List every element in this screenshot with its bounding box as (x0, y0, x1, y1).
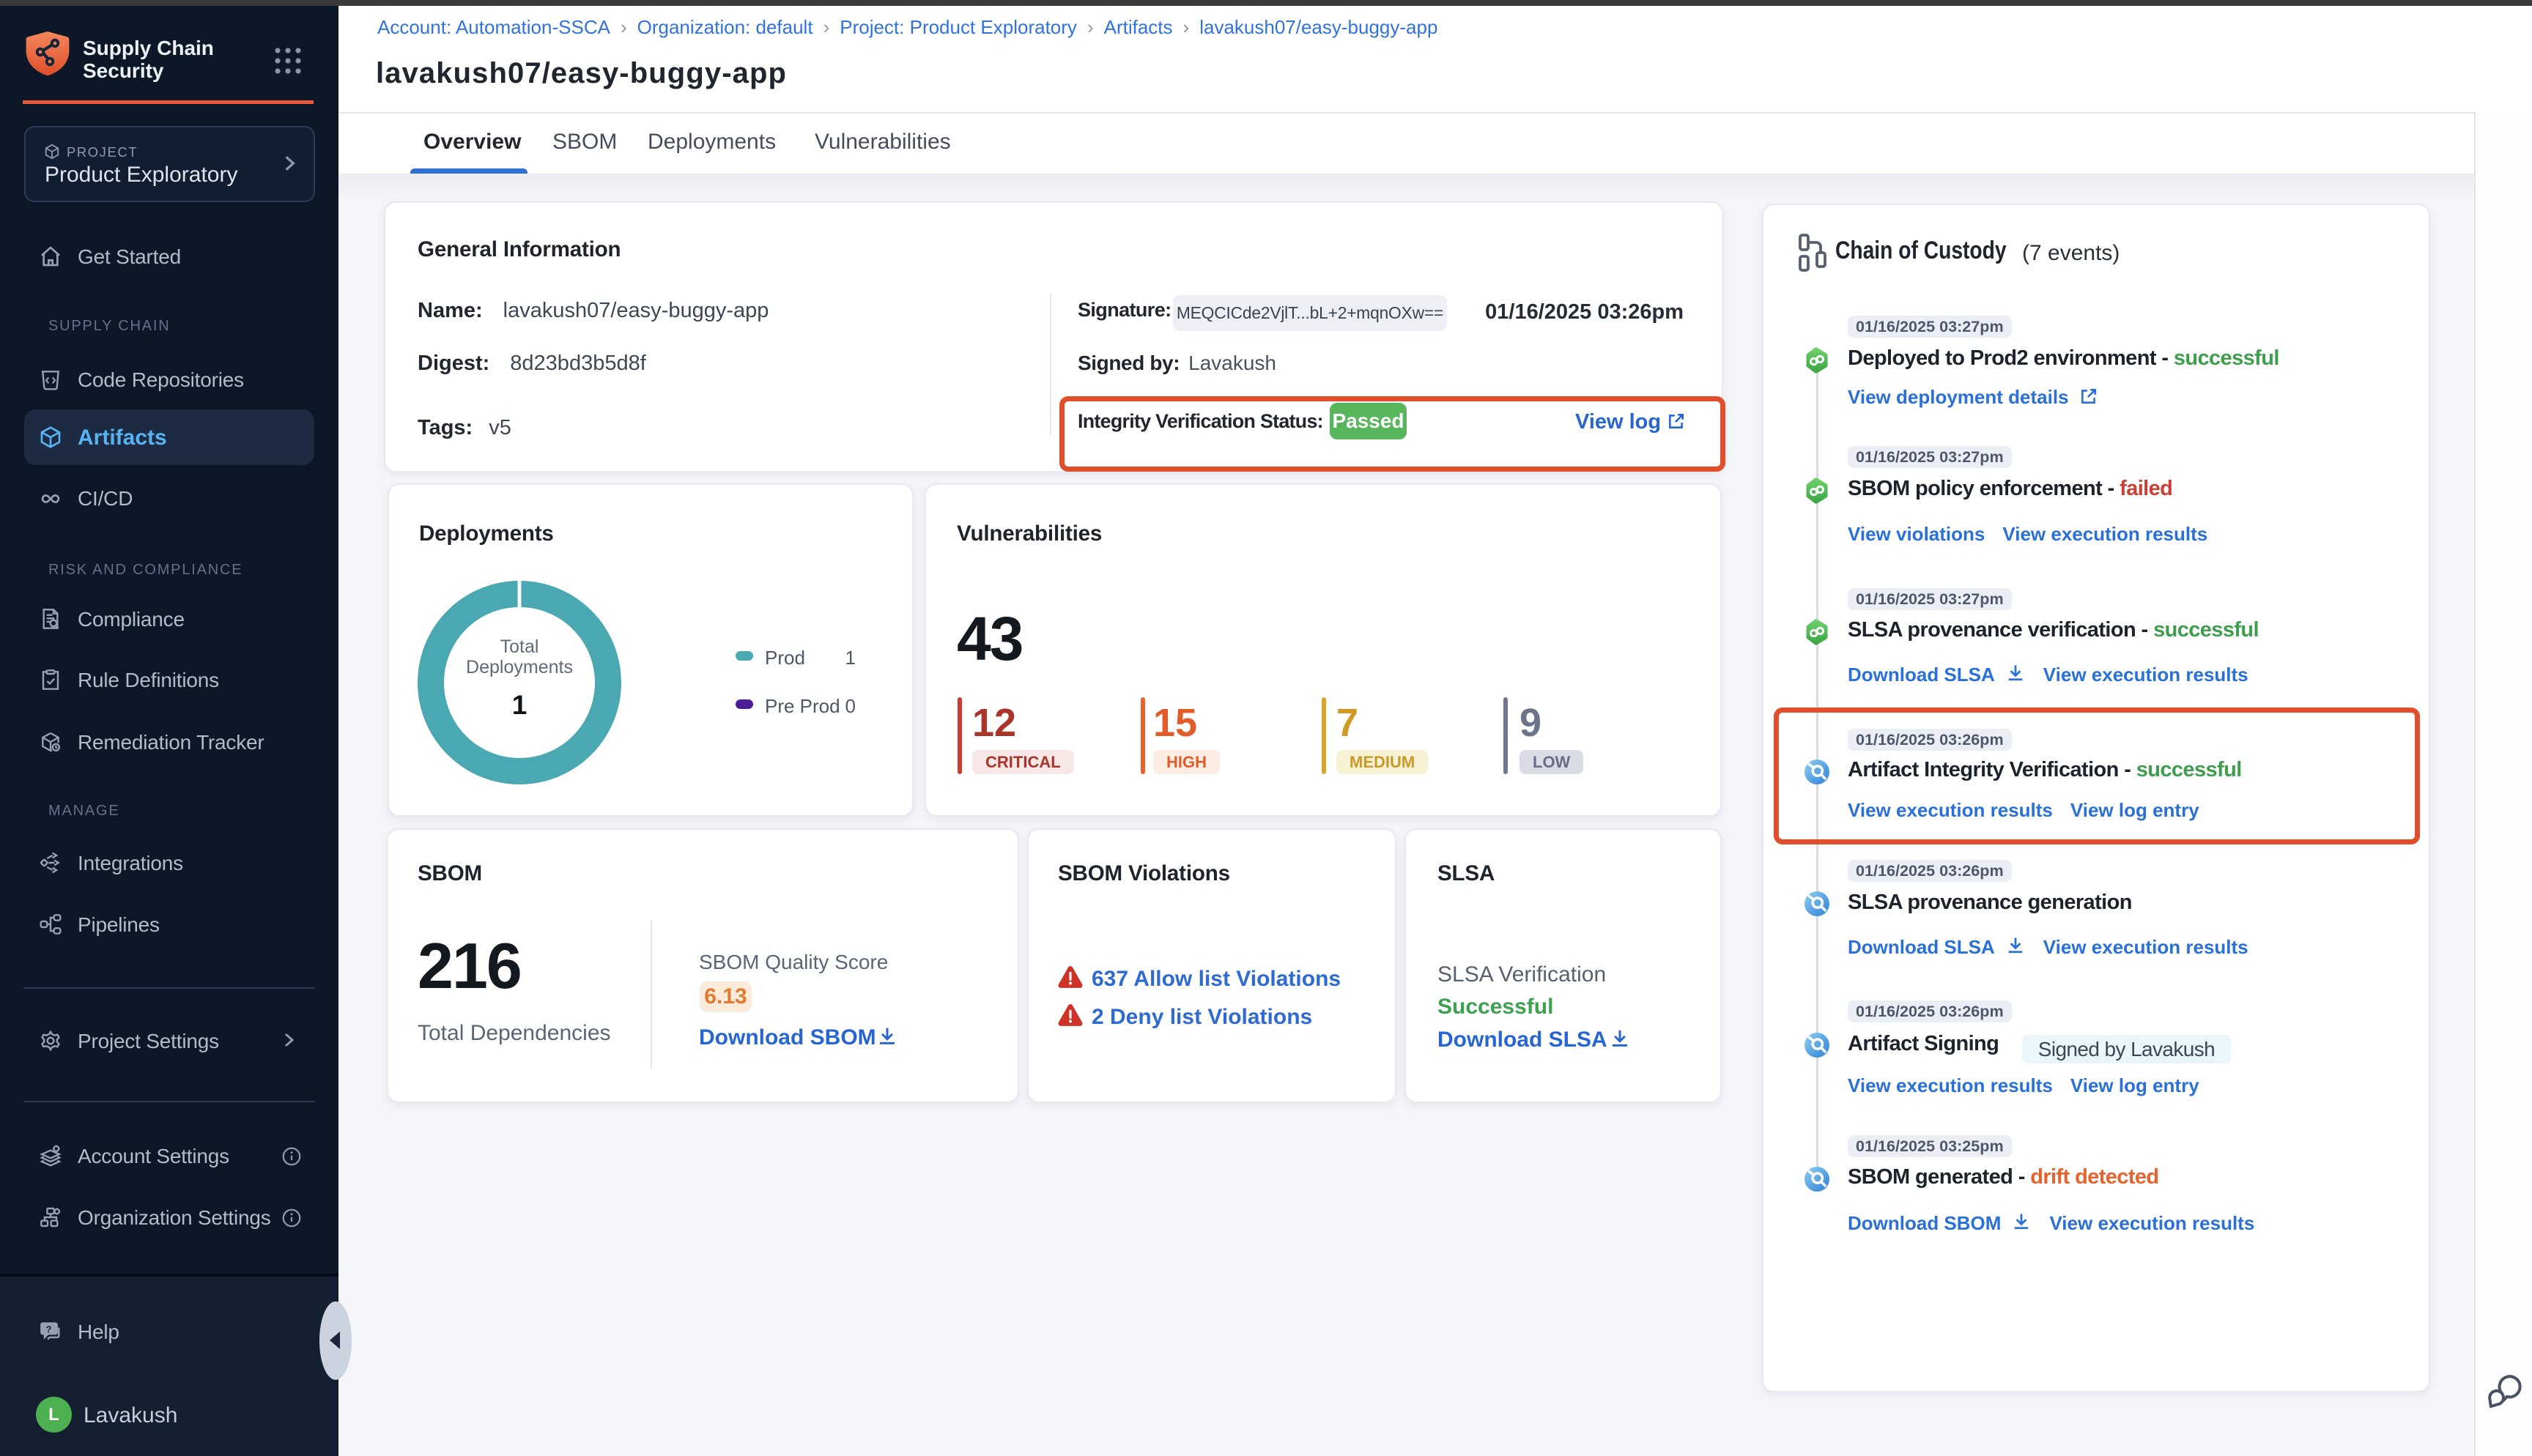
svg-text:?: ? (45, 1323, 51, 1334)
